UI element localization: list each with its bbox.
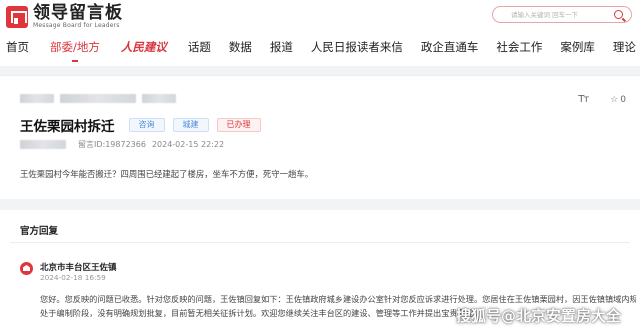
nav-readers-letters[interactable]: 人民日报读者来信 (311, 39, 403, 55)
nav-data[interactable]: 数据 (229, 39, 252, 55)
nav-case-library[interactable]: 案例库 (560, 39, 595, 55)
org-avatar-icon (20, 262, 33, 275)
nav-social-work[interactable]: 社会工作 (496, 39, 542, 55)
breadcrumb-blurred-3 (142, 94, 176, 103)
reply-org-name: 北京市丰台区王佐镇 (40, 263, 117, 273)
status-badge: 已办理 (216, 118, 261, 132)
tag-urban-construction: 城建 (172, 118, 209, 132)
message-time: 2024-02-15 22:22 (151, 140, 225, 149)
search-input[interactable] (511, 10, 611, 19)
search-icon[interactable] (614, 10, 623, 19)
logo-subtitle: Message Board for Leaders (33, 22, 120, 29)
message-content: 王佐栗园村今年能否搬迁？四周围已经建起了楼房，坐车不方便，死守一趟车。 (20, 169, 314, 179)
message-tools: Tт ☆ 0 (578, 94, 626, 105)
star-icon: ☆ (610, 94, 619, 105)
reply-line-1: 您好。您反映的问题已收悉。针对您反映的问题，王佐镇回复如下：王佐镇政府城乡建设办… (40, 294, 636, 304)
message-meta: 留言ID:19872366 2024-02-15 22:22 (20, 139, 224, 150)
nav-reports[interactable]: 报道 (270, 39, 293, 55)
page-title: 王佐栗园村拆迁 (20, 119, 115, 135)
logo-title: 领导留言板 (33, 3, 123, 23)
tag-consult: 咨询 (128, 118, 165, 132)
reply-time: 2024-02-18 16:59 (40, 273, 106, 282)
breadcrumb-blurred-2 (60, 94, 136, 103)
message-id: 留言ID:19872366 (78, 140, 146, 149)
nav-theory[interactable]: 理论 (613, 39, 636, 55)
logo-icon (6, 6, 28, 28)
nav-enterprise-express[interactable]: 政企直通车 (421, 39, 479, 55)
font-size-icon[interactable]: Tт (578, 94, 589, 105)
reply-header: 官方回复 (20, 226, 59, 237)
author-blurred (20, 140, 66, 149)
search-box[interactable] (492, 6, 632, 23)
message-card: Tт ☆ 0 王佐栗园村拆迁 咨询 城建 已办理 留言ID:19872366 2… (0, 75, 640, 199)
site-logo[interactable]: 领导留言板 Message Board for Leaders (6, 4, 123, 30)
nav-home[interactable]: 首页 (6, 39, 29, 55)
watermark: 搜狐号@北京安置房大全 (456, 307, 622, 325)
favorite-count: 0 (620, 94, 626, 105)
main-nav: 首页 部委/地方 人民建议 话题 数据 报道 人民日报读者来信 政企直通车 社会… (0, 34, 640, 62)
message-title-row: 王佐栗园村拆迁 咨询 城建 已办理 (20, 115, 261, 135)
nav-ministries-local[interactable]: 部委/地方 (50, 39, 100, 62)
breadcrumb (20, 94, 176, 103)
divider (10, 242, 630, 243)
favorite-button[interactable]: ☆ 0 (610, 95, 626, 105)
top-header: 领导留言板 Message Board for Leaders 首页 部委/地方… (0, 0, 640, 66)
nav-topics[interactable]: 话题 (188, 39, 211, 55)
breadcrumb-blurred-1 (20, 94, 54, 103)
nav-people-suggestions[interactable]: 人民建议 (121, 39, 167, 55)
